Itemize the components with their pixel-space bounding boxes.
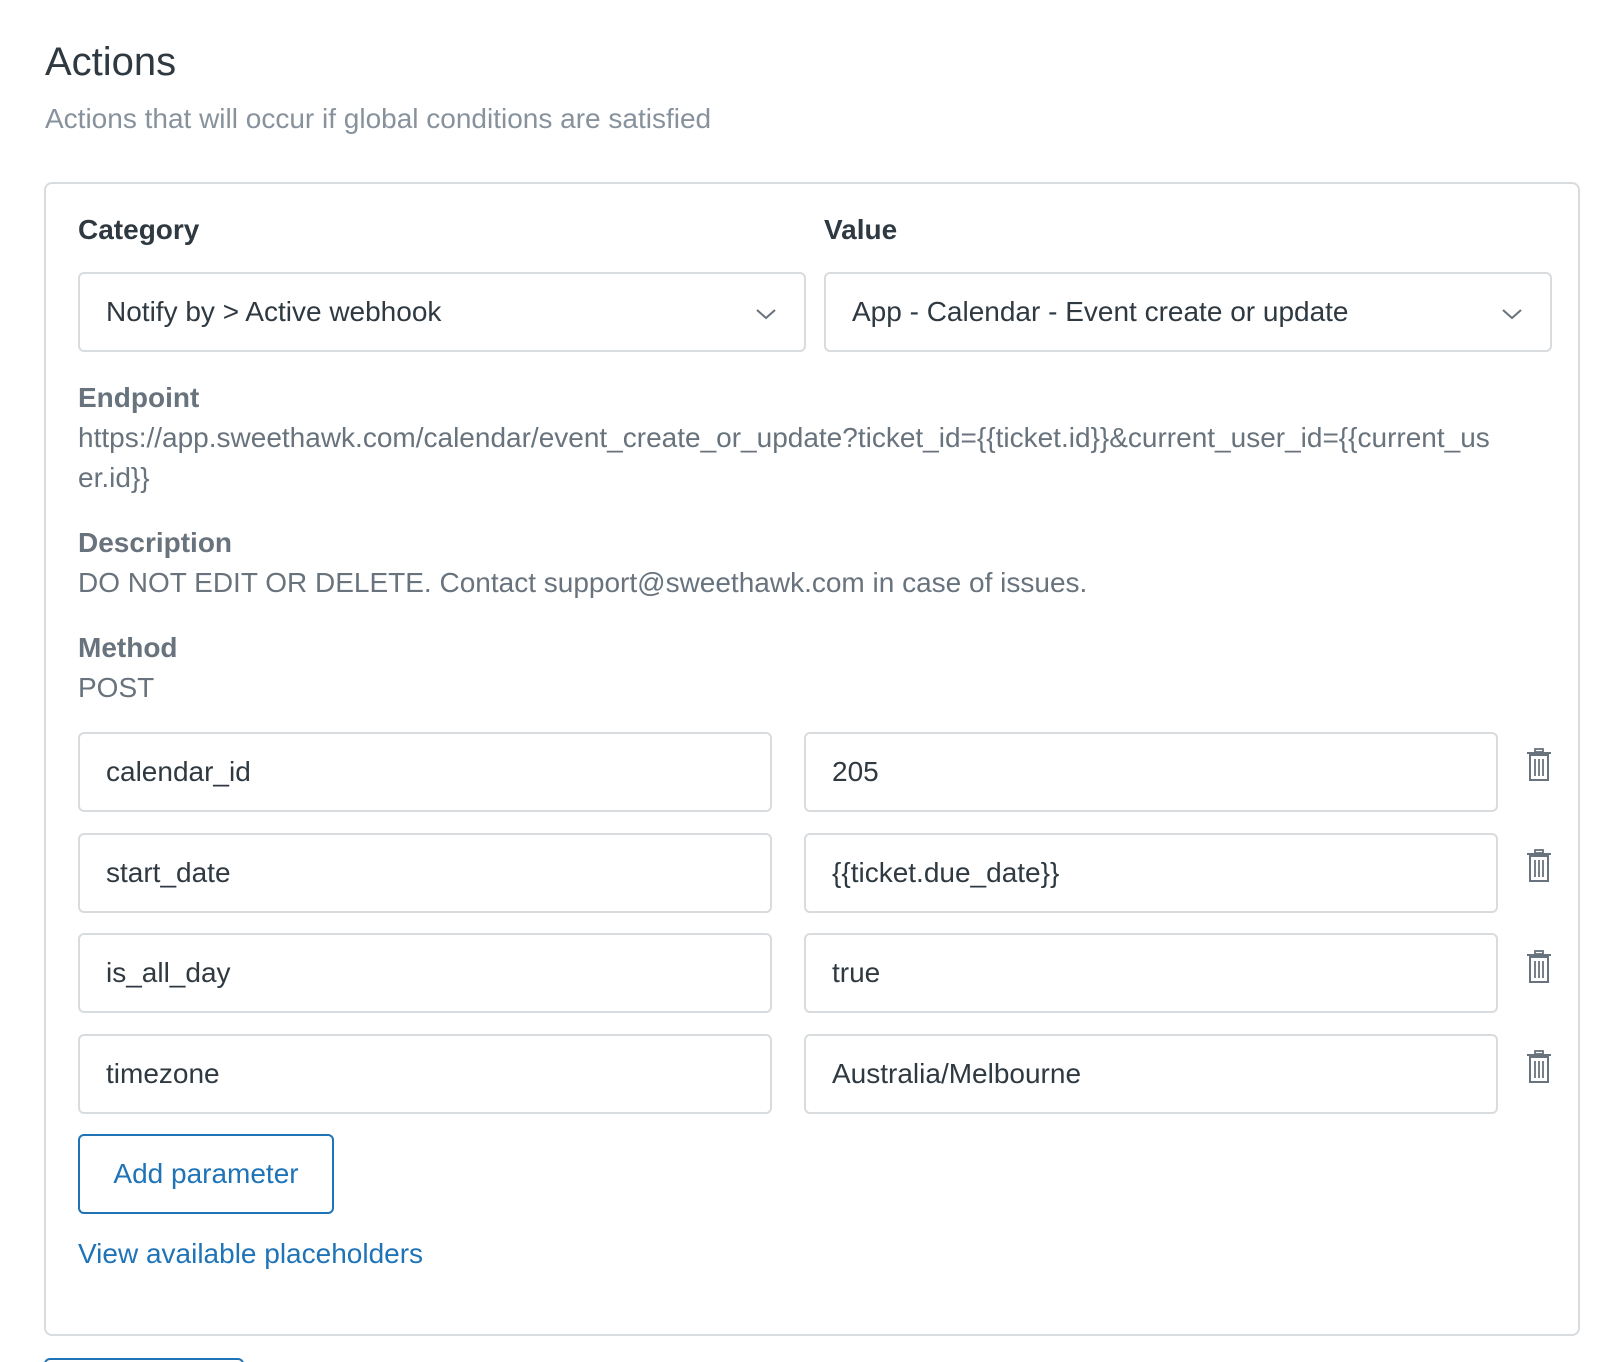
view-placeholders-link[interactable]: View available placeholders xyxy=(78,1238,423,1270)
value-select[interactable]: App - Calendar - Event create or update xyxy=(824,272,1552,352)
category-select[interactable]: Notify by > Active webhook xyxy=(78,272,806,352)
trash-icon[interactable] xyxy=(1526,849,1552,883)
parameter-value-input[interactable]: Australia/Melbourne xyxy=(804,1034,1498,1114)
description-value: DO NOT EDIT OR DELETE. Contact support@s… xyxy=(78,567,1088,598)
category-label: Category xyxy=(78,214,200,245)
trash-icon[interactable] xyxy=(1526,1050,1552,1084)
trash-icon[interactable] xyxy=(1526,748,1552,782)
parameter-key-input[interactable]: is_all_day xyxy=(78,933,772,1013)
category-selected-value: Notify by > Active webhook xyxy=(106,296,442,327)
parameter-value-input[interactable]: 205 xyxy=(804,732,1498,812)
chevron-down-icon xyxy=(1502,309,1522,320)
value-label: Value xyxy=(824,214,898,245)
section-title: Actions xyxy=(45,40,177,84)
chevron-down-icon xyxy=(756,309,776,320)
value-selected-value: App - Calendar - Event create or update xyxy=(852,296,1349,327)
method-label: Method xyxy=(78,632,178,663)
parameter-key-input[interactable]: start_date xyxy=(78,833,772,913)
description-label: Description xyxy=(78,527,233,558)
endpoint-value: https://app.sweethawk.com/calendar/event… xyxy=(78,422,1490,493)
trash-icon[interactable] xyxy=(1526,950,1552,984)
actions-page: Actions Actions that will occur if globa… xyxy=(0,0,1610,1362)
parameter-key-input[interactable]: timezone xyxy=(78,1034,772,1114)
bottom-button-edge[interactable] xyxy=(44,1358,244,1362)
endpoint-label: Endpoint xyxy=(78,382,200,413)
parameter-value-input[interactable]: true xyxy=(804,933,1498,1013)
section-subtitle: Actions that will occur if global condit… xyxy=(45,103,712,134)
parameter-key-input[interactable]: calendar_id xyxy=(78,732,772,812)
add-parameter-button[interactable]: Add parameter xyxy=(78,1134,334,1214)
method-value: POST xyxy=(78,672,155,703)
parameter-value-input[interactable]: {{ticket.due_date}} xyxy=(804,833,1498,913)
